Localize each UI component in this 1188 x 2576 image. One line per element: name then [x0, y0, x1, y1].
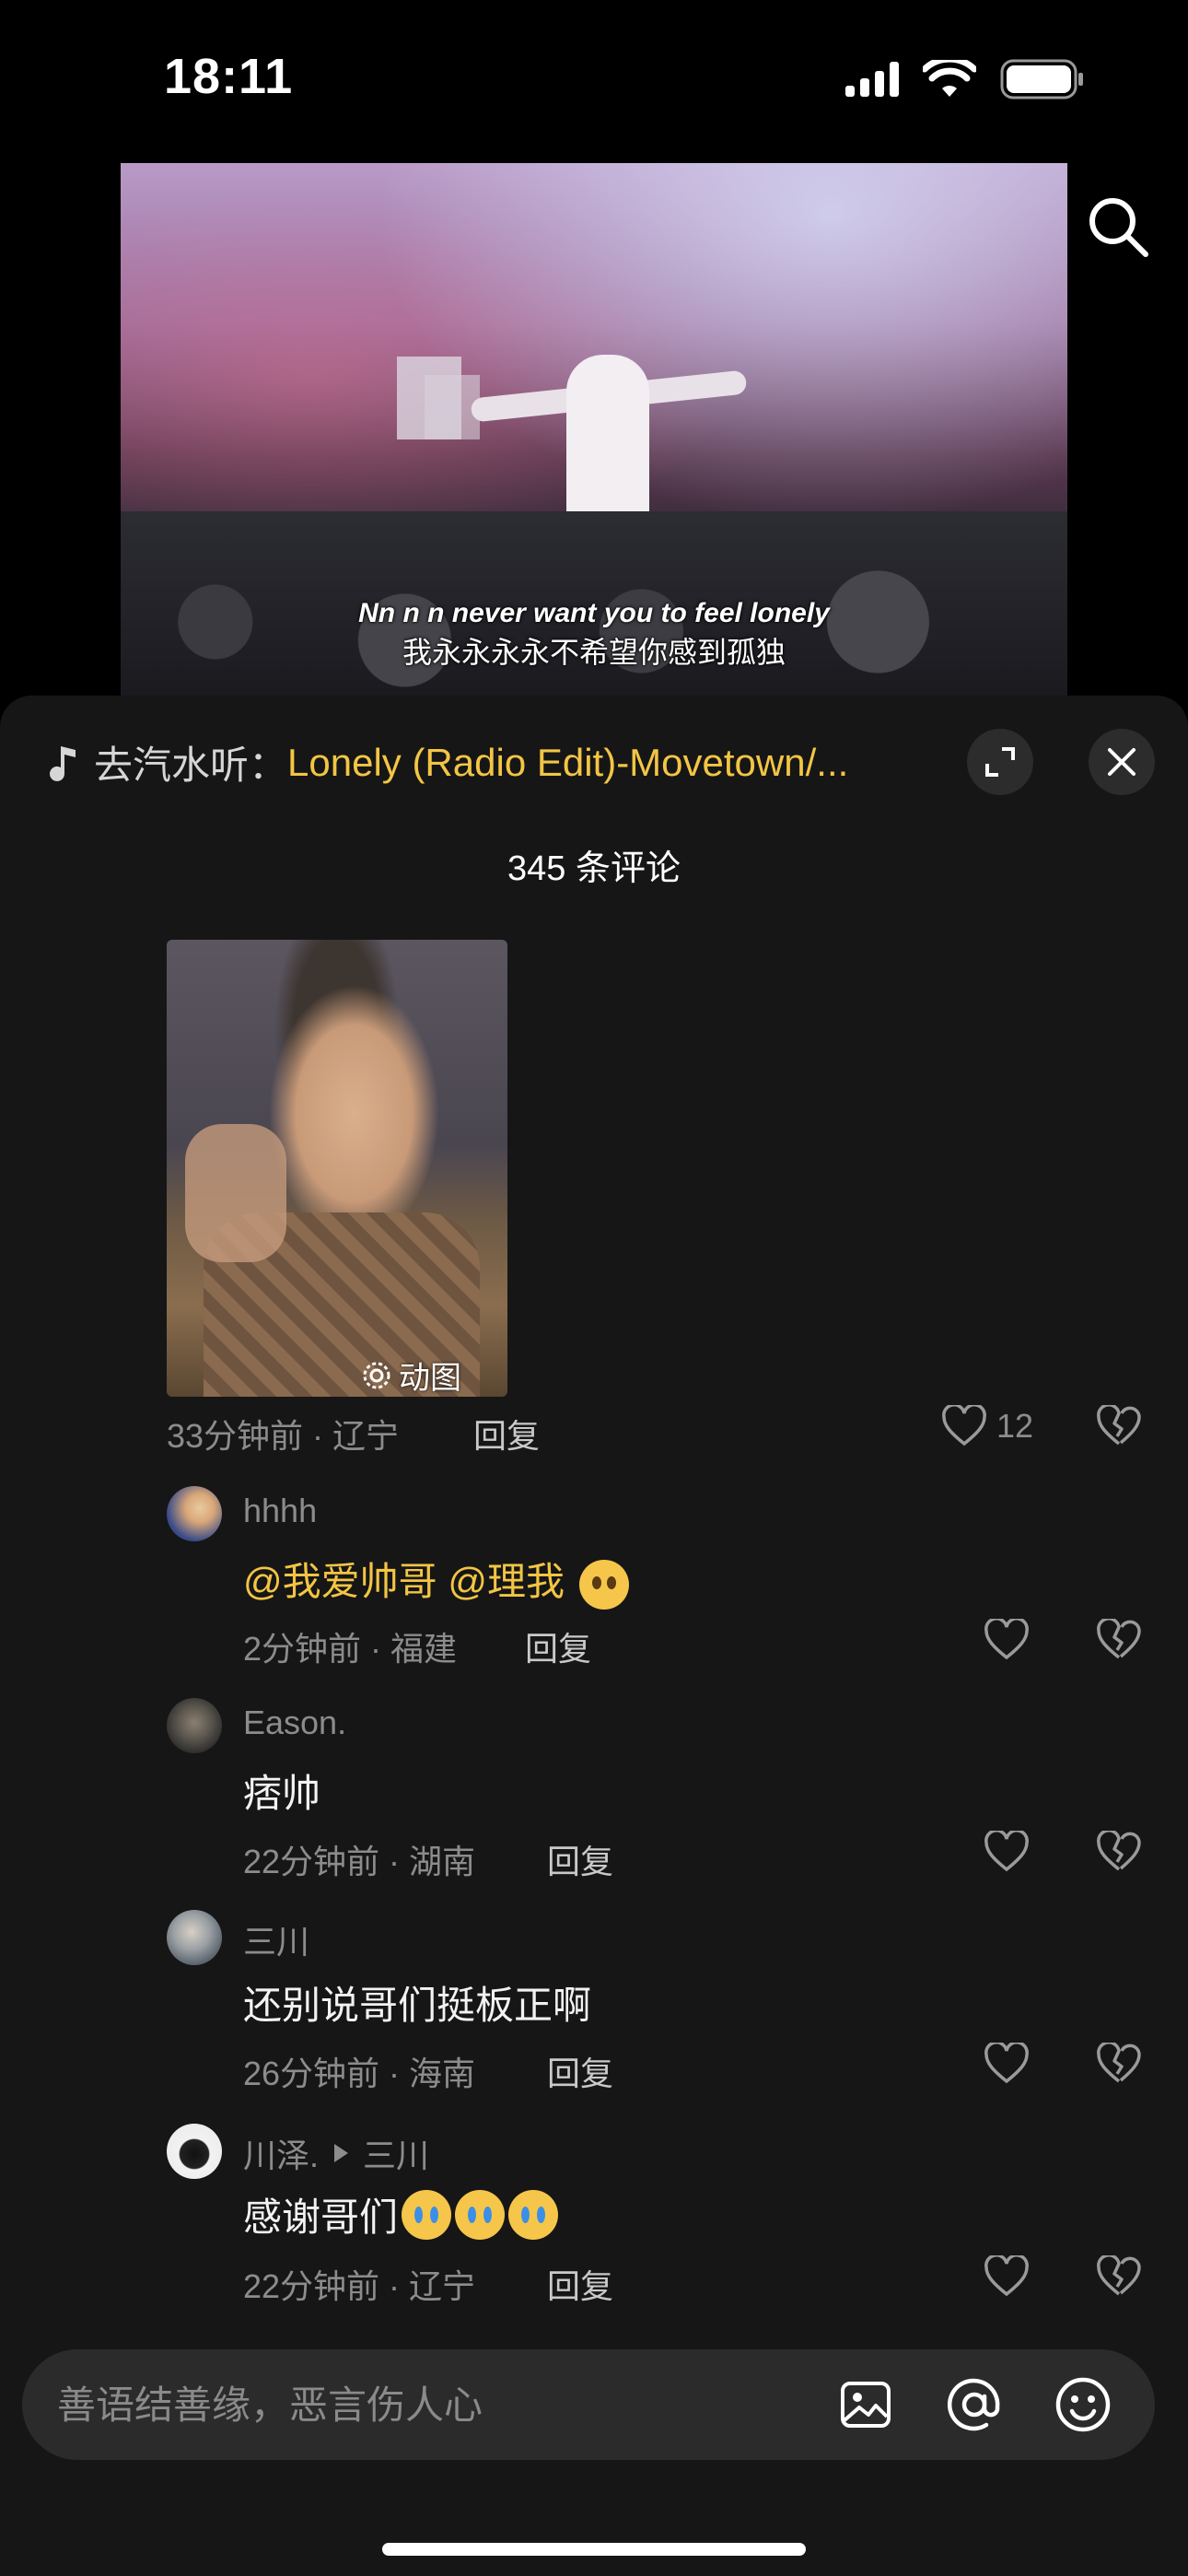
reply-to-username[interactable]: 三川: [363, 2129, 429, 2177]
like-button[interactable]: [984, 1619, 1030, 1661]
subtitle-english: Nn n n never want you to feel lonely: [358, 598, 830, 628]
comment-username[interactable]: Eason.: [243, 1704, 346, 1742]
comment-meta: 33分钟前 · 辽宁: [167, 1417, 400, 1455]
wifi-icon: [923, 60, 976, 97]
avatar[interactable]: [167, 2124, 222, 2179]
emoji-button[interactable]: [1050, 2371, 1116, 2438]
comment-input-bar: [22, 2349, 1155, 2462]
reply-username[interactable]: 川泽.: [243, 2129, 319, 2177]
reply-button[interactable]: 回复: [473, 1410, 540, 1458]
broken-heart-icon: [1097, 2254, 1141, 2296]
comment-meta: 22分钟前 · 辽宁: [243, 2267, 476, 2305]
broken-heart-icon: [1097, 1403, 1141, 1446]
music-note-icon: [50, 745, 76, 781]
broken-heart-icon: [1097, 2041, 1141, 2083]
reply-arrow-icon: [334, 2144, 349, 2162]
music-link[interactable]: 去汽水听： Lonely (Radio Edit)-Movetown/...: [48, 734, 848, 790]
like-button[interactable]: [984, 2043, 1030, 2085]
dislike-button[interactable]: [1096, 1403, 1142, 1452]
reply-button[interactable]: 回复: [525, 1622, 591, 1670]
comment-input[interactable]: [55, 2349, 814, 2462]
comment-meta: 26分钟前 · 海南: [243, 2055, 476, 2092]
broken-heart-icon: [1097, 1617, 1141, 1659]
image-icon: [841, 2382, 891, 2428]
mention-button[interactable]: [941, 2371, 1007, 2438]
video-player[interactable]: Nn n n never want you to feel lonely 我永永…: [121, 163, 1067, 696]
cellular-signal-icon: [845, 62, 899, 97]
crying-face-emoji-icon: [402, 2189, 452, 2240]
comment-gif-image[interactable]: 动图: [167, 940, 507, 1397]
crying-face-emoji-icon: [508, 2189, 559, 2240]
like-button[interactable]: [984, 2255, 1030, 2298]
comments-sheet: 去汽水听： Lonely (Radio Edit)-Movetown/... 34…: [0, 696, 1188, 2576]
expand-icon: [985, 747, 1015, 777]
comment-text: 还别说哥们挺板正啊: [243, 1984, 592, 2027]
comment-text: 感谢哥们: [243, 2186, 559, 2242]
status-time: 18:11: [164, 49, 294, 104]
comment-username[interactable]: 三川: [243, 1915, 309, 1963]
gif-icon: [363, 1362, 390, 1388]
avatar[interactable]: [167, 1486, 222, 1541]
comment-username: 川泽. 三川: [243, 2129, 429, 2177]
avatar[interactable]: [167, 1698, 222, 1753]
reply-button[interactable]: 回复: [547, 2260, 613, 2308]
expand-button[interactable]: [967, 729, 1033, 795]
battery-icon: [1000, 59, 1083, 100]
avatar[interactable]: [167, 1910, 222, 1965]
music-song-title: Lonely (Radio Edit)-Movetown/...: [287, 740, 849, 784]
dizzy-face-emoji-icon: [578, 1559, 629, 1610]
dislike-button[interactable]: [1096, 1829, 1142, 1878]
heart-icon: [984, 1619, 1029, 1660]
comment-count: 345 条评论: [507, 849, 681, 888]
heart-icon: [984, 1831, 1029, 1872]
heart-icon: [942, 1405, 986, 1446]
gif-badge-label: 动图: [399, 1361, 461, 1396]
mention-link[interactable]: @我爱帅哥: [243, 1560, 437, 1603]
gif-badge: 动图: [362, 1352, 461, 1397]
comment-text: 痞帅: [243, 1772, 321, 1815]
close-button[interactable]: [1089, 729, 1155, 795]
dislike-button[interactable]: [1096, 2041, 1142, 2090]
comment-text-content: 感谢哥们: [243, 2195, 399, 2239]
image-picker-button[interactable]: [833, 2371, 899, 2438]
status-icons: [845, 59, 1085, 100]
crying-face-emoji-icon: [455, 2189, 506, 2240]
search-icon: [1089, 198, 1148, 257]
search-button[interactable]: [1083, 192, 1153, 262]
at-sign-icon: [947, 2378, 1000, 2431]
reply-button[interactable]: 回复: [547, 2047, 613, 2095]
music-prefix: 去汽水听：: [94, 744, 288, 787]
comment-username[interactable]: hhhh: [243, 1492, 317, 1530]
like-button[interactable]: [984, 1831, 1030, 1873]
comment-meta: 22分钟前 · 湖南: [243, 1843, 476, 1880]
comment-text: @我爱帅哥 @理我: [243, 1551, 629, 1610]
broken-heart-icon: [1097, 1829, 1141, 1871]
like-count: 12: [996, 1407, 1034, 1445]
subtitle-chinese: 我永永永永不希望你感到孤独: [402, 636, 786, 669]
gif-hand: [185, 1124, 286, 1262]
close-icon: [1108, 748, 1136, 776]
dislike-button[interactable]: [1096, 2254, 1142, 2302]
smiley-icon: [1055, 2377, 1111, 2432]
heart-icon: [984, 2043, 1029, 2084]
home-indicator[interactable]: [382, 2543, 806, 2556]
heart-icon: [984, 2255, 1029, 2297]
comment-meta: 2分钟前 · 福建: [243, 1630, 458, 1668]
reply-button[interactable]: 回复: [547, 1835, 613, 1883]
dislike-button[interactable]: [1096, 1617, 1142, 1666]
like-button[interactable]: 12: [941, 1405, 1033, 1447]
mention-link[interactable]: @理我: [448, 1560, 565, 1603]
